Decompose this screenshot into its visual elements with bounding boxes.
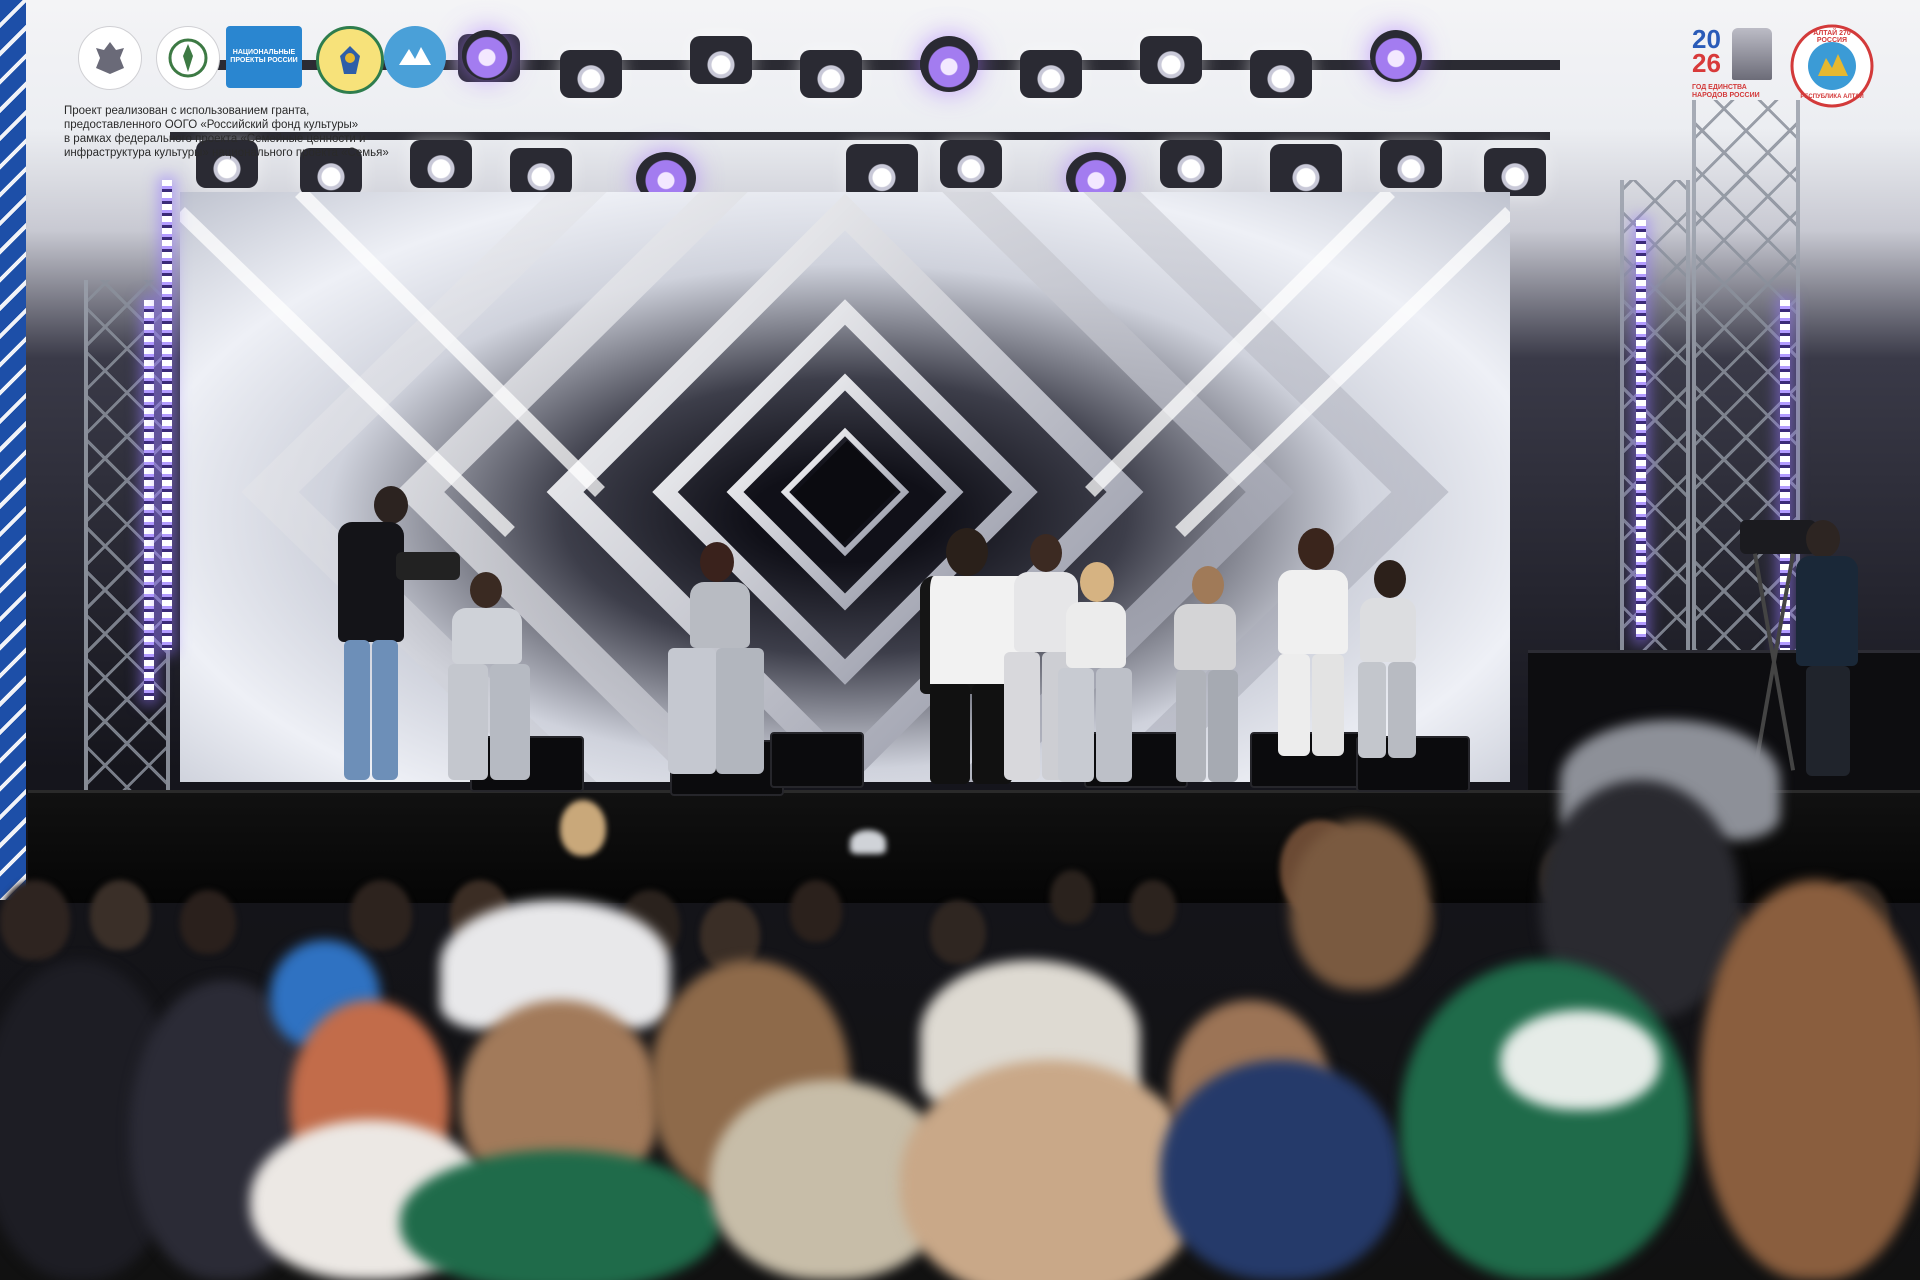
led-light-bar <box>162 180 172 650</box>
altai-270-caption-top: АЛТАЙ 270 РОССИЯ <box>1813 30 1851 44</box>
concert-photo: НАЦИОНАЛЬНЫЕ ПРОЕКТЫ РОССИИ Проект реали… <box>0 0 1920 1280</box>
stage-light-icon <box>1160 140 1222 188</box>
altai-270-caption-bottom: РЕСПУБЛИКА АЛТАЙ <box>1800 94 1864 100</box>
stage-light-icon <box>940 140 1002 188</box>
stage-light-icon <box>800 50 862 98</box>
stage-light-icon <box>510 148 572 196</box>
left-truss-tower <box>84 280 170 790</box>
altai-270-russia-icon: АЛТАЙ 270 РОССИЯ РЕСПУБЛИКА АЛТАЙ <box>1790 24 1874 108</box>
tradition-modernity-icon <box>384 26 446 88</box>
stage-light-icon <box>560 50 622 98</box>
led-light-bar <box>1636 220 1646 640</box>
stage-light-icon <box>690 36 752 84</box>
stage-monitor-speaker <box>770 732 864 788</box>
left-fence-banner <box>0 0 26 900</box>
stage-light-icon <box>1370 30 1422 82</box>
stage-light-icon <box>920 36 978 92</box>
year-of-unity-2026-icon: 20 26 ГОД ЕДИНСТВА НАРОДОВ РОССИИ <box>1692 26 1774 110</box>
russian-culture-fund-icon <box>156 26 220 90</box>
grant-notice-line: в рамках федерального проекта «Семейные … <box>64 133 366 145</box>
ministry-of-culture-emblem-icon <box>78 26 142 90</box>
year-of-unity-caption: ГОД ЕДИНСТВА НАРОДОВ РОССИИ <box>1692 84 1760 99</box>
right-truss-tower <box>1620 180 1690 650</box>
stage-light-icon <box>1380 140 1442 188</box>
altai-republic-coat-of-arms-icon <box>316 26 384 94</box>
stage-light-icon <box>1140 36 1202 84</box>
led-light-bar <box>144 300 154 700</box>
stage-light-icon <box>1020 50 1082 98</box>
grant-notice: Проект реализован с использованием грант… <box>64 104 484 160</box>
grant-notice-line: Проект реализован с использованием грант… <box>64 105 310 117</box>
stage-light-icon <box>462 30 512 80</box>
national-projects-caption: НАЦИОНАЛЬНЫЕ ПРОЕКТЫ РОССИИ <box>230 49 298 64</box>
stage-light-icon <box>1484 148 1546 196</box>
stage-light-icon <box>1250 50 1312 98</box>
year-2026-bottom: 26 <box>1692 48 1721 78</box>
grant-notice-line: инфраструктура культуры» национального п… <box>64 147 389 159</box>
national-projects-icon: НАЦИОНАЛЬНЫЕ ПРОЕКТЫ РОССИИ <box>226 26 302 88</box>
grant-notice-line: предоставленного ООГО «Российский фонд к… <box>64 119 359 131</box>
